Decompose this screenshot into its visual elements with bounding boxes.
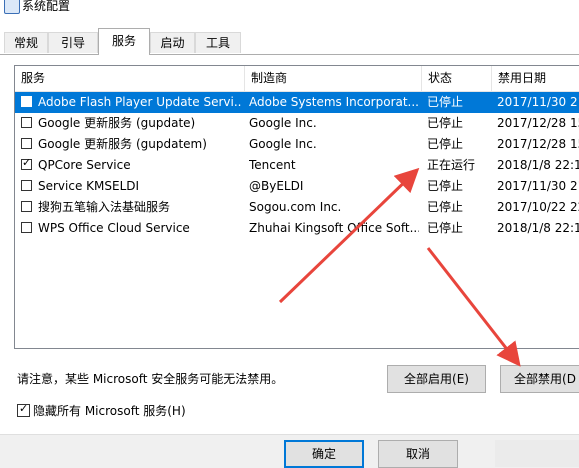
- hide-ms-label: 隐藏所有 Microsoft 服务(H): [33, 404, 186, 418]
- service-date: 2017/11/30 21: [497, 179, 579, 193]
- service-status: 已停止: [427, 179, 464, 193]
- service-checkbox[interactable]: [21, 222, 32, 233]
- service-date: 2017/10/22 22: [497, 200, 579, 214]
- service-checkbox[interactable]: [21, 201, 32, 212]
- service-checkbox[interactable]: [21, 138, 32, 149]
- watermark: [495, 440, 579, 467]
- service-status: 已停止: [427, 137, 464, 151]
- list-header: 服务 制造商 状态 禁用日期: [15, 66, 579, 92]
- service-status: 已停止: [427, 95, 464, 109]
- service-row[interactable]: WPS Office Cloud Service Zhuhai Kingsoft…: [15, 218, 579, 239]
- service-date: 2018/1/8 22:1: [497, 221, 579, 235]
- service-date: 2017/11/30 21: [497, 95, 579, 109]
- ok-button[interactable]: 确定: [284, 440, 364, 468]
- column-header-manufacturer[interactable]: 制造商: [245, 66, 422, 91]
- service-manufacturer: Google Inc.: [249, 137, 317, 151]
- service-status: 正在运行: [427, 158, 476, 172]
- column-header-status[interactable]: 状态: [422, 66, 492, 91]
- service-status: 已停止: [427, 221, 464, 235]
- disable-all-button[interactable]: 全部禁用(D: [500, 365, 579, 393]
- service-name: QPCore Service: [38, 158, 131, 172]
- service-manufacturer: Google Inc.: [249, 116, 317, 130]
- cancel-button[interactable]: 取消: [378, 440, 458, 468]
- hide-ms-checkbox[interactable]: [17, 402, 30, 417]
- tab-general[interactable]: 常规: [4, 32, 48, 53]
- tab-services[interactable]: 服务: [98, 28, 150, 55]
- service-status: 已停止: [427, 200, 464, 214]
- service-checkbox[interactable]: [21, 96, 32, 107]
- service-name: Adobe Flash Player Update Servi...: [38, 95, 242, 109]
- service-name: WPS Office Cloud Service: [38, 221, 190, 235]
- service-name: 搜狗五笔输入法基础服务: [38, 200, 171, 214]
- service-row[interactable]: 搜狗五笔输入法基础服务 Sogou.com Inc. 已停止 2017/10/2…: [15, 197, 579, 218]
- system-config-icon: [4, 0, 20, 14]
- service-row[interactable]: Adobe Flash Player Update Servi... Adobe…: [15, 92, 579, 113]
- service-checkbox[interactable]: [21, 117, 32, 128]
- service-name: Service KMSELDI: [38, 179, 140, 193]
- service-name: Google 更新服务 (gupdatem): [38, 137, 207, 151]
- tab-boot[interactable]: 引导: [48, 32, 98, 53]
- title-bar: 系统配置: [0, 0, 579, 20]
- service-date: 2018/1/8 22:1: [497, 158, 579, 172]
- service-name: Google 更新服务 (gupdate): [38, 116, 196, 130]
- service-manufacturer: @ByELDI: [249, 179, 304, 193]
- services-list[interactable]: 服务 制造商 状态 禁用日期 Adobe Flash Player Update…: [14, 65, 579, 349]
- tab-strip: 常规 引导 服务 启动 工具: [0, 28, 579, 55]
- service-row[interactable]: Service KMSELDI @ByELDI 已停止 2017/11/30 2…: [15, 176, 579, 197]
- tab-tools[interactable]: 工具: [195, 32, 241, 53]
- service-date: 2017/12/28 15: [497, 116, 579, 130]
- service-row[interactable]: Google 更新服务 (gupdate) Google Inc. 已停止 20…: [15, 113, 579, 134]
- service-manufacturer: Zhuhai Kingsoft Office Soft...: [249, 221, 419, 235]
- security-note: 请注意，某些 Microsoft 安全服务可能无法禁用。: [17, 372, 284, 386]
- service-checkbox[interactable]: [21, 180, 32, 191]
- service-manufacturer: Sogou.com Inc.: [249, 200, 342, 214]
- service-manufacturer: Tencent: [249, 158, 296, 172]
- service-manufacturer: Adobe Systems Incorporat...: [249, 95, 419, 109]
- service-row[interactable]: Google 更新服务 (gupdatem) Google Inc. 已停止 2…: [15, 134, 579, 155]
- service-date: 2017/12/28 15: [497, 137, 579, 151]
- column-header-disabled-date[interactable]: 禁用日期: [492, 66, 579, 91]
- column-header-service[interactable]: 服务: [15, 66, 245, 91]
- enable-all-button[interactable]: 全部启用(E): [387, 365, 486, 393]
- tab-startup[interactable]: 启动: [150, 32, 195, 53]
- service-row[interactable]: QPCore Service Tencent 正在运行 2018/1/8 22:…: [15, 155, 579, 176]
- service-status: 已停止: [427, 116, 464, 130]
- service-checkbox[interactable]: [21, 156, 32, 170]
- window-title: 系统配置: [22, 0, 71, 13]
